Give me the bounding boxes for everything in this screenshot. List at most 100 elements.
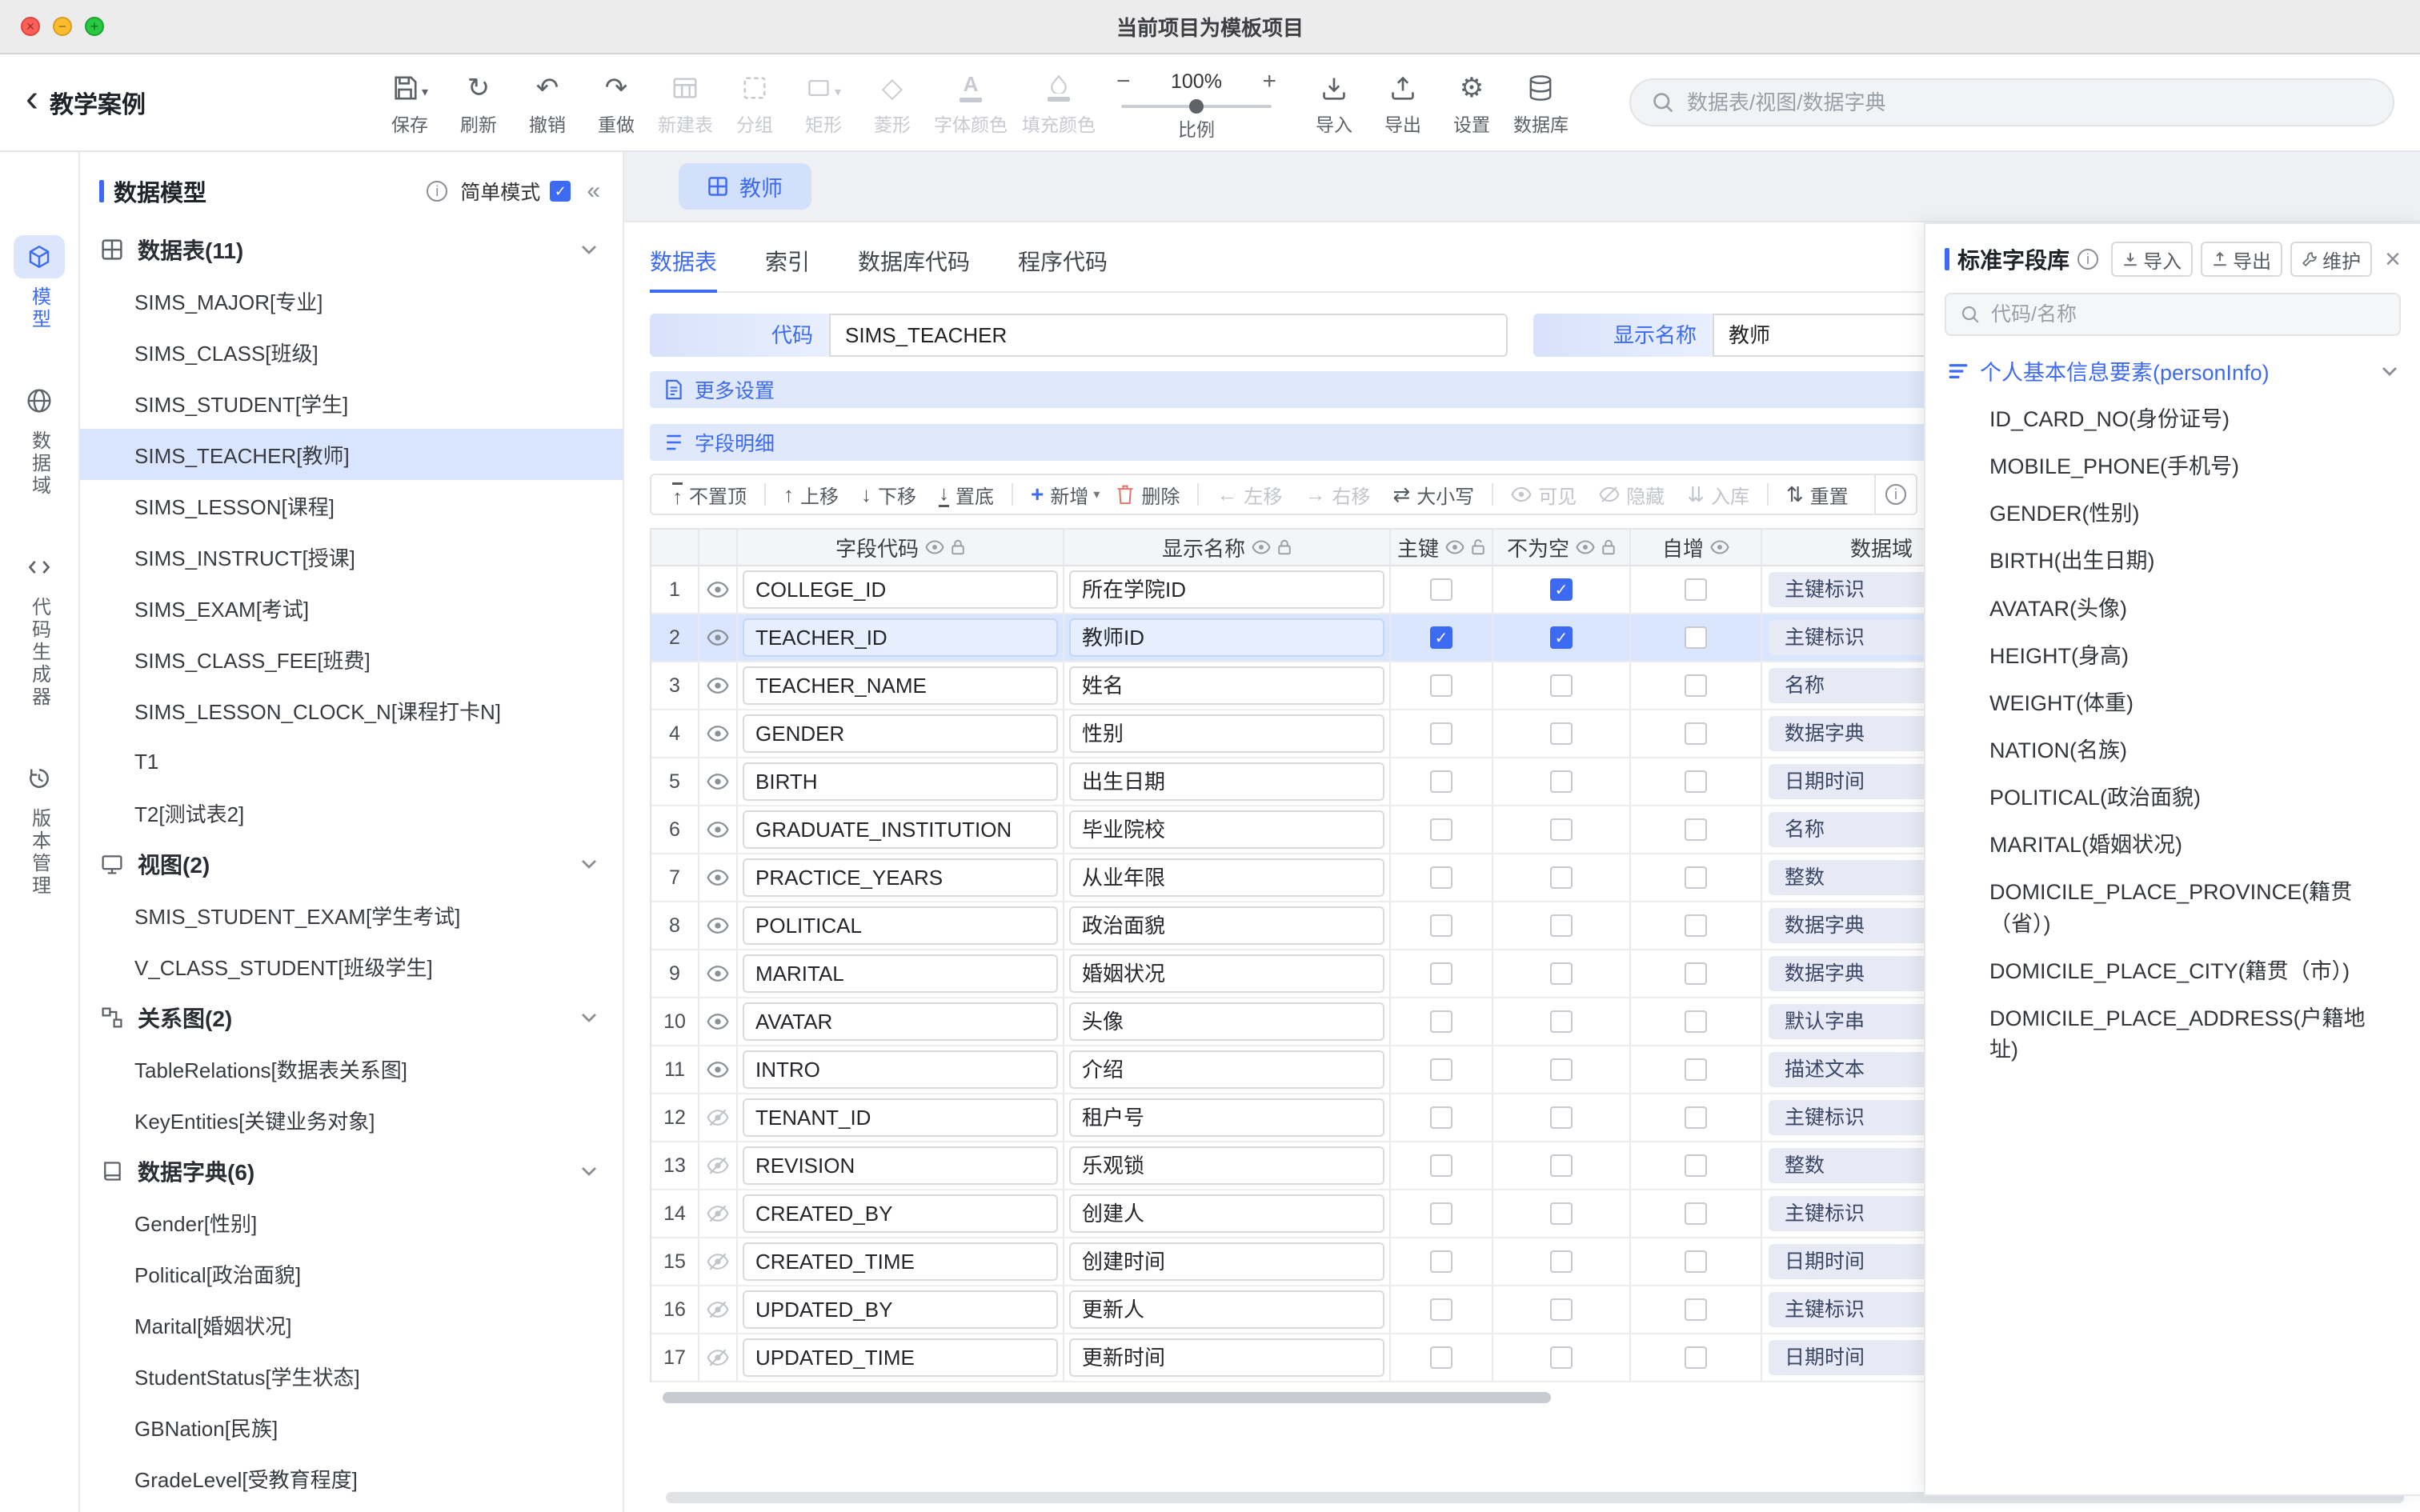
not-null-checkbox[interactable] bbox=[1550, 1154, 1573, 1177]
move-up-button[interactable]: ↑上移 bbox=[772, 475, 850, 514]
delete-field-button[interactable]: 删除 bbox=[1104, 475, 1191, 514]
tree-section-tables[interactable]: 数据表(11) bbox=[80, 224, 623, 275]
add-field-button[interactable]: +新增 bbox=[1020, 475, 1100, 514]
zoom-slider[interactable] bbox=[1121, 105, 1272, 108]
field-table-row[interactable]: 1 COLLEGE_ID 所在学院ID 主键标识 bbox=[651, 566, 1999, 614]
not-null-checkbox[interactable] bbox=[1550, 722, 1573, 745]
field-table-row[interactable]: 3 TEACHER_NAME 姓名 名称 bbox=[651, 662, 1999, 710]
not-null-checkbox[interactable] bbox=[1550, 1010, 1573, 1033]
field-name-input[interactable]: 创建人 bbox=[1069, 1194, 1384, 1233]
primary-key-checkbox[interactable] bbox=[1430, 1346, 1452, 1369]
not-null-checkbox[interactable] bbox=[1550, 1346, 1573, 1369]
auto-increment-checkbox[interactable] bbox=[1685, 1250, 1707, 1273]
row-visibility-toggle[interactable] bbox=[699, 854, 738, 901]
not-null-checkbox[interactable] bbox=[1550, 914, 1573, 937]
library-field-item[interactable]: ID_CARD_NO(身份证号) bbox=[1945, 396, 2401, 443]
export-button[interactable]: 导出 bbox=[1376, 68, 1430, 137]
not-null-checkbox[interactable] bbox=[1550, 578, 1573, 601]
row-visibility-toggle[interactable] bbox=[699, 806, 738, 853]
not-null-checkbox[interactable] bbox=[1550, 866, 1573, 889]
auto-increment-checkbox[interactable] bbox=[1685, 1106, 1707, 1129]
tree-item[interactable]: T1 bbox=[80, 736, 623, 787]
library-field-item[interactable]: DOMICILE_PLACE_CITY(籍贯（市）) bbox=[1945, 948, 2401, 995]
zoom-out-button[interactable]: − bbox=[1112, 70, 1136, 94]
tree-item[interactable]: SIMS_CLASS_FEE[班费] bbox=[80, 634, 623, 685]
auto-increment-checkbox[interactable] bbox=[1685, 1346, 1707, 1369]
field-code-input[interactable]: BIRTH bbox=[743, 762, 1058, 801]
field-name-input[interactable]: 毕业院校 bbox=[1069, 810, 1384, 849]
simple-mode-checkbox[interactable]: ✓ bbox=[550, 181, 571, 202]
set-visible-button[interactable]: 可见 bbox=[1500, 475, 1588, 514]
row-visibility-toggle[interactable] bbox=[699, 662, 738, 709]
undo-button[interactable]: ↶ 撤销 bbox=[520, 68, 575, 137]
primary-key-checkbox[interactable] bbox=[1430, 914, 1452, 937]
library-field-item[interactable]: MOBILE_PHONE(手机号) bbox=[1945, 443, 2401, 490]
reset-order-button[interactable]: ⇅重置 bbox=[1775, 475, 1860, 514]
row-visibility-toggle[interactable] bbox=[699, 1142, 738, 1189]
import-button[interactable]: 导入 bbox=[1307, 68, 1361, 137]
doc-tab-teacher[interactable]: 教师 bbox=[679, 163, 811, 210]
save-button[interactable]: ▾ 保存 bbox=[383, 68, 437, 137]
rail-item-model[interactable]: 模型 bbox=[14, 235, 65, 331]
library-field-item[interactable]: BIRTH(出生日期) bbox=[1945, 538, 2401, 585]
code-input[interactable]: SIMS_TEACHER bbox=[829, 314, 1508, 357]
tab-index[interactable]: 索引 bbox=[765, 245, 810, 291]
field-code-input[interactable]: TENANT_ID bbox=[743, 1098, 1058, 1137]
field-table-row[interactable]: 14 CREATED_BY 创建人 主键标识 bbox=[651, 1190, 1999, 1238]
new-table-button[interactable]: 新建表 bbox=[658, 68, 713, 137]
field-code-input[interactable]: GRADUATE_INSTITUTION bbox=[743, 810, 1058, 849]
refresh-button[interactable]: ↻ 刷新 bbox=[451, 68, 506, 137]
primary-key-checkbox[interactable] bbox=[1430, 1202, 1452, 1225]
primary-key-checkbox[interactable] bbox=[1430, 770, 1452, 793]
row-visibility-toggle[interactable] bbox=[699, 950, 738, 997]
field-name-input[interactable]: 教师ID bbox=[1069, 618, 1384, 657]
field-code-input[interactable]: UPDATED_BY bbox=[743, 1290, 1058, 1329]
field-name-input[interactable]: 性别 bbox=[1069, 714, 1384, 753]
library-search[interactable] bbox=[1945, 293, 2401, 336]
rectangle-dropdown-icon[interactable]: ▾ bbox=[835, 86, 841, 99]
row-visibility-toggle[interactable] bbox=[699, 614, 738, 661]
row-visibility-toggle[interactable] bbox=[699, 1238, 738, 1285]
library-export-button[interactable]: 导出 bbox=[2201, 242, 2282, 277]
field-code-input[interactable]: POLITICAL bbox=[743, 906, 1058, 945]
row-visibility-toggle[interactable] bbox=[699, 1046, 738, 1093]
rectangle-button[interactable]: ▾ 矩形 bbox=[796, 68, 851, 137]
header-primary-key[interactable]: 主键 bbox=[1391, 530, 1493, 565]
header-not-null[interactable]: 不为空 bbox=[1493, 530, 1631, 565]
rail-item-code-generator[interactable]: 代码生成器 bbox=[14, 546, 65, 709]
field-table-row[interactable]: 10 AVATAR 头像 默认字串 bbox=[651, 998, 1999, 1046]
primary-key-checkbox[interactable] bbox=[1430, 1298, 1452, 1321]
library-field-item[interactable]: WEIGHT(体重) bbox=[1945, 680, 2401, 727]
not-null-checkbox[interactable] bbox=[1550, 1298, 1573, 1321]
tree-section-dicts[interactable]: 数据字典(6) bbox=[80, 1146, 623, 1197]
zoom-in-button[interactable]: + bbox=[1257, 70, 1281, 94]
tree-item[interactable]: Political[政治面貌] bbox=[80, 1248, 623, 1299]
info-icon[interactable]: i bbox=[2077, 249, 2098, 270]
field-code-input[interactable]: MARITAL bbox=[743, 954, 1058, 993]
redo-button[interactable]: ↷ 重做 bbox=[589, 68, 643, 137]
tree-item[interactable]: SIMS_STUDENT[学生] bbox=[80, 378, 623, 429]
field-table-row[interactable]: 12 TENANT_ID 租户号 主键标识 bbox=[651, 1094, 1999, 1142]
auto-increment-checkbox[interactable] bbox=[1685, 578, 1707, 601]
minimize-window-button[interactable]: − bbox=[53, 17, 72, 36]
rail-item-version-manage[interactable]: 版本管理 bbox=[14, 757, 65, 898]
library-field-item[interactable]: DOMICILE_PLACE_ADDRESS(户籍地址) bbox=[1945, 995, 2401, 1074]
row-visibility-toggle[interactable] bbox=[699, 1190, 738, 1237]
field-table-row[interactable]: 5 BIRTH 出生日期 日期时间 bbox=[651, 758, 1999, 806]
primary-key-checkbox[interactable] bbox=[1430, 866, 1452, 889]
tree-item[interactable]: SIMS_MAJOR[专业] bbox=[80, 275, 623, 326]
not-null-checkbox[interactable] bbox=[1550, 818, 1573, 841]
move-left-button[interactable]: ←左移 bbox=[1205, 475, 1293, 514]
field-code-input[interactable]: AVATAR bbox=[743, 1002, 1058, 1041]
primary-key-checkbox[interactable] bbox=[1430, 626, 1452, 649]
field-name-input[interactable]: 出生日期 bbox=[1069, 762, 1384, 801]
toggle-case-button[interactable]: ⇄大小写 bbox=[1381, 475, 1485, 514]
field-table-row[interactable]: 16 UPDATED_BY 更新人 主键标识 bbox=[651, 1286, 1999, 1334]
not-null-checkbox[interactable] bbox=[1550, 626, 1573, 649]
library-field-item[interactable]: HEIGHT(身高) bbox=[1945, 633, 2401, 680]
field-code-input[interactable]: INTRO bbox=[743, 1050, 1058, 1089]
field-table-row[interactable]: 11 INTRO 介绍 描述文本 bbox=[651, 1046, 1999, 1094]
auto-increment-checkbox[interactable] bbox=[1685, 866, 1707, 889]
add-field-dropdown[interactable]: ▾ bbox=[1088, 475, 1104, 514]
collapse-panel-icon[interactable]: « bbox=[587, 179, 600, 203]
